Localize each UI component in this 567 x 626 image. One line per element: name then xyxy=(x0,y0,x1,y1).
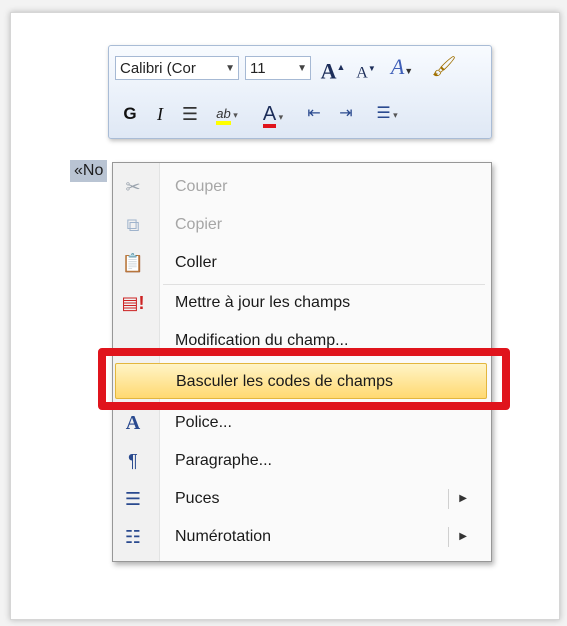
submenu-arrow-icon[interactable]: ▶ xyxy=(459,481,467,517)
bullets-icon: ☰ xyxy=(124,489,142,509)
menu-item-copier[interactable]: ⧉ Copier xyxy=(115,207,487,243)
numbering-icon: ☷ xyxy=(124,527,142,547)
highlight-button[interactable]: ab ▾ xyxy=(205,101,249,127)
menu-item-paragraphe[interactable]: ¶ Paragraphe... xyxy=(115,443,487,479)
menu-item-label: Coller xyxy=(175,254,217,271)
submenu-divider xyxy=(448,527,449,547)
font-name-combo[interactable]: Calibri (Cor ▼ xyxy=(115,56,239,80)
chevron-down-icon[interactable]: ▼ xyxy=(297,57,307,79)
menu-item-numerotation[interactable]: ☷ Numérotation ▶ xyxy=(115,519,487,555)
menu-item-label: Couper xyxy=(175,178,228,195)
font-icon: A xyxy=(125,412,141,434)
menu-item-puces[interactable]: ☰ Puces ▶ xyxy=(115,481,487,517)
styles-icon: A xyxy=(390,54,405,79)
grow-font-button[interactable]: A▲ xyxy=(319,54,347,84)
chevron-down-icon[interactable]: ▼ xyxy=(225,57,235,79)
bold-button[interactable]: G xyxy=(117,101,143,127)
center-align-button[interactable]: ☰ xyxy=(177,101,203,127)
scissors-icon: ✂ xyxy=(125,177,141,197)
menu-item-label: Puces xyxy=(175,490,220,507)
menu-item-label: Paragraphe... xyxy=(175,452,272,469)
paste-icon: 📋 xyxy=(121,253,145,273)
font-size-combo[interactable]: 11 ▼ xyxy=(245,56,311,80)
copy-icon: ⧉ xyxy=(126,215,140,235)
font-size-value: 11 xyxy=(250,60,266,77)
mini-toolbar: Calibri (Cor ▼ 11 ▼ A▲ A▼ A▼ 🖌 G I ☰ ab … xyxy=(108,45,492,139)
font-color-button[interactable]: A ▾ xyxy=(251,101,295,128)
update-fields-icon: ▤! xyxy=(121,293,145,313)
font-name-value: Calibri (Cor xyxy=(120,60,196,77)
decrease-indent-icon: ⇤ xyxy=(307,105,321,122)
paragraph-icon: ¶ xyxy=(128,451,138,471)
shrink-font-icon: A xyxy=(356,64,368,82)
submenu-arrow-icon[interactable]: ▶ xyxy=(459,519,467,555)
italic-button[interactable]: I xyxy=(147,101,173,127)
grow-font-icon: A xyxy=(320,58,337,84)
font-color-icon: A xyxy=(262,104,277,128)
styles-button[interactable]: A▼ xyxy=(385,54,419,80)
highlight-annotation-box xyxy=(98,348,510,410)
center-align-icon: ☰ xyxy=(181,104,199,124)
menu-item-label: Numérotation xyxy=(175,528,272,545)
menu-item-couper[interactable]: ✂ Couper xyxy=(115,169,487,205)
menu-item-label: Police... xyxy=(175,414,232,431)
menu-item-coller[interactable]: 📋 Coller xyxy=(115,245,487,281)
increase-indent-icon: ⇥ xyxy=(339,105,353,122)
increase-indent-button[interactable]: ⇥ xyxy=(331,101,361,127)
decrease-indent-button[interactable]: ⇤ xyxy=(299,101,329,127)
menu-item-police[interactable]: A Police... xyxy=(115,405,487,441)
format-painter-icon: 🖌 xyxy=(431,56,457,78)
format-painter-button[interactable]: 🖌 xyxy=(429,54,459,80)
bullets-button[interactable]: ☰ ▾ xyxy=(363,101,411,127)
merge-field-selection[interactable]: «No xyxy=(70,160,108,182)
submenu-divider xyxy=(448,489,449,509)
bullets-icon: ☰ xyxy=(376,105,391,122)
highlighter-icon: ab xyxy=(216,106,231,125)
shrink-font-button[interactable]: A▼ xyxy=(353,56,379,82)
menu-item-mettre-a-jour[interactable]: ▤! Mettre à jour les champs xyxy=(115,285,487,321)
menu-item-label: Mettre à jour les champs xyxy=(175,294,351,311)
menu-item-label: Copier xyxy=(175,216,223,233)
